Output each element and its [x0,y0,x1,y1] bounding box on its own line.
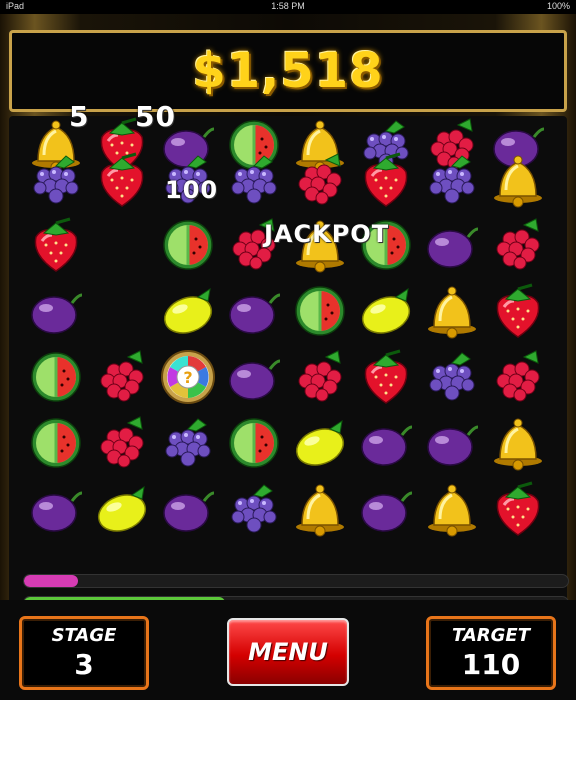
watermelon-icon[interactable] [23,410,89,476]
score-panel: $1,518 [9,30,567,112]
strawberry-icon[interactable] [485,476,551,542]
raspberry-icon[interactable] [287,344,353,410]
grapes-icon[interactable] [221,147,287,213]
strawberry-icon[interactable] [89,147,155,213]
grapes-icon[interactable] [221,476,287,542]
lemon-icon[interactable] [353,278,419,344]
menu-button[interactable]: MENU [227,618,349,686]
raspberry-icon[interactable] [89,344,155,410]
hud-bar: STAGE 3 MENU TARGET 110 [0,600,576,700]
battery-indicator: 100% [546,1,570,11]
plum-icon[interactable] [155,476,221,542]
target-value: 110 [461,648,521,681]
strawberry-icon[interactable] [353,147,419,213]
plum-icon[interactable] [419,212,485,278]
clock: 1:58 PM [271,1,305,11]
bell-icon[interactable] [287,476,353,542]
plum-icon[interactable] [353,410,419,476]
watermelon-icon[interactable] [287,278,353,344]
raspberry-icon[interactable] [485,344,551,410]
blank-area [0,700,576,768]
grapes-icon[interactable] [23,147,89,213]
jackpot-popup: JACKPOT [264,220,390,248]
lemon-icon[interactable] [89,476,155,542]
points-popup-5: 5 [69,100,90,133]
target-label: TARGET [451,625,531,646]
plum-icon[interactable] [419,410,485,476]
game-board: ? 5 50 100 JACKPOT [9,100,569,613]
bell-icon[interactable] [419,476,485,542]
watermelon-icon[interactable] [155,212,221,278]
bell-icon[interactable] [419,278,485,344]
raspberry-icon[interactable] [485,212,551,278]
lemon-icon[interactable] [287,410,353,476]
progress-track-top [23,574,569,588]
plum-icon[interactable] [221,278,287,344]
svg-text:?: ? [183,368,192,387]
watermelon-icon[interactable] [221,410,287,476]
strawberry-icon[interactable] [485,278,551,344]
points-popup-50: 50 [135,100,176,133]
symbol-grid: ? [23,116,559,576]
strawberry-icon[interactable] [23,212,89,278]
progress-fill-top [24,575,79,587]
grapes-icon[interactable] [419,147,485,213]
strawberry-icon[interactable] [353,344,419,410]
raspberry-icon[interactable] [287,147,353,213]
points-popup-100: 100 [165,176,219,204]
watermelon-icon[interactable] [23,344,89,410]
grapes-icon[interactable] [419,344,485,410]
score-value: $1,518 [192,43,384,99]
stage-label: STAGE [51,625,117,646]
plum-icon[interactable] [353,476,419,542]
stage-value: 3 [74,648,94,681]
bonus-wheel-icon[interactable]: ? [155,344,221,410]
bell-icon[interactable] [485,410,551,476]
lemon-icon[interactable] [155,278,221,344]
raspberry-icon[interactable] [89,410,155,476]
plum-icon[interactable] [23,476,89,542]
status-bar: iPad 1:58 PM 100% [0,0,576,14]
game-frame: $1,518 ? 5 50 100 JACKPOT [0,14,576,700]
grapes-icon[interactable] [155,410,221,476]
stage-box: STAGE 3 [19,616,149,690]
plum-icon[interactable] [221,344,287,410]
plum-icon[interactable] [23,278,89,344]
bell-icon[interactable] [485,147,551,213]
target-box: TARGET 110 [426,616,556,690]
